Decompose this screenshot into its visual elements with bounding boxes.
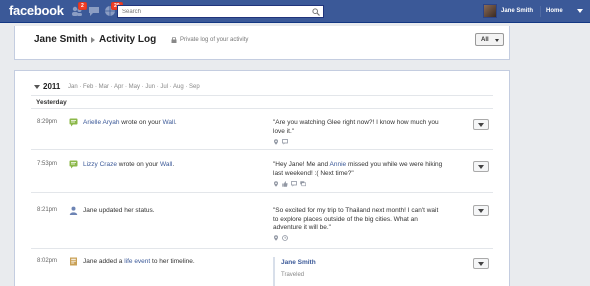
post-content: "So excited for my trip to Thailand next… <box>273 207 439 231</box>
activity-description: Lizzy Craze wrote on your Wall. <box>83 161 174 168</box>
filter-dropdown[interactable]: All <box>475 33 504 46</box>
day-heading: Yesterday <box>36 99 67 106</box>
edit-options-button[interactable] <box>473 258 489 269</box>
top-navigation-bar: facebook 2 20 Jane Smith Home <box>0 0 590 23</box>
profile-link[interactable]: Jane Smith <box>501 8 533 14</box>
comment-icon[interactable] <box>282 139 288 145</box>
like-icon[interactable] <box>282 181 288 187</box>
life-event-story: Jane Smith Traveled <box>273 257 316 286</box>
activity-description: Jane added a life event to her timeline. <box>83 258 195 265</box>
collapse-triangle-icon[interactable] <box>34 85 40 89</box>
story-profile-link[interactable]: Jane Smith <box>281 259 316 266</box>
story-subtitle: Traveled <box>281 272 305 278</box>
divider <box>31 95 493 96</box>
search-box <box>117 5 324 18</box>
activity-text: to her timeline. <box>150 258 195 265</box>
location-pin-icon[interactable] <box>273 235 279 241</box>
year-heading[interactable]: 2011 <box>43 82 60 91</box>
edit-options-button[interactable] <box>473 161 489 172</box>
activity-log-panel: 2011 Jan · Feb · Mar · Apr · May · Jun ·… <box>14 70 510 286</box>
activity-text: . <box>172 161 175 168</box>
home-link[interactable]: Home <box>546 8 563 14</box>
search-icon[interactable] <box>312 8 320 16</box>
actor-link[interactable]: Arielle Aryah <box>83 119 120 126</box>
friend-requests-badge: 2 <box>78 2 87 10</box>
wall-link[interactable]: Wall <box>160 161 172 168</box>
post-text: "Hey Jane! Me and <box>273 161 330 168</box>
location-pin-icon[interactable] <box>273 181 279 187</box>
messages-icon <box>89 7 99 16</box>
messages-jewel[interactable] <box>88 5 100 17</box>
status-person-icon <box>69 206 78 215</box>
activity-time: 8:21pm <box>37 207 58 213</box>
lock-icon <box>171 37 177 43</box>
activity-text: wrote on your <box>116 161 160 168</box>
life-event-link[interactable]: life event <box>124 258 150 265</box>
activity-log-header: Jane Smith Activity Log Private log of y… <box>14 26 510 60</box>
profile-name-link[interactable]: Jane Smith <box>34 34 87 45</box>
page-title: Activity Log <box>99 34 157 45</box>
wall-post-icon <box>69 118 78 127</box>
topbar-divider <box>540 6 541 17</box>
filter-dropdown-label: All <box>481 37 489 43</box>
chevron-down-icon <box>495 39 499 42</box>
privacy-note: Private log of your activity <box>180 37 249 43</box>
activity-time: 7:53pm <box>37 161 58 167</box>
post-content: "Are you watching Glee right now?! I kno… <box>273 119 439 135</box>
activity-text: . <box>174 119 177 126</box>
actor-link[interactable]: Lizzy Craze <box>83 161 117 168</box>
activity-time: 8:02pm <box>37 258 58 264</box>
activity-text: Jane added a <box>83 258 125 265</box>
edit-options-button[interactable] <box>473 119 489 130</box>
location-pin-icon[interactable] <box>273 139 279 145</box>
account-menu-caret-icon[interactable] <box>577 9 583 13</box>
facebook-logo[interactable]: facebook <box>9 3 64 18</box>
clock-icon[interactable] <box>282 235 288 241</box>
breadcrumb-arrow-icon <box>91 37 95 43</box>
comment-icon[interactable] <box>291 181 297 187</box>
activity-text: wrote on your <box>119 119 163 126</box>
wall-link[interactable]: Wall <box>163 119 175 126</box>
activity-description: Arielle Aryah wrote on your Wall. <box>83 119 177 126</box>
notifications-jewel[interactable]: 20 <box>104 2 123 17</box>
life-event-icon <box>69 257 78 266</box>
divider <box>31 192 493 193</box>
activity-time: 8:29pm <box>37 119 58 125</box>
search-input[interactable] <box>118 6 308 17</box>
divider <box>31 248 493 249</box>
post-meta-icons <box>273 181 306 187</box>
post-meta-icons <box>273 139 288 145</box>
post-meta-icons <box>273 235 288 241</box>
divider <box>31 108 493 109</box>
divider <box>31 149 493 150</box>
post-content: "Hey Jane! Me and Annie missed you while… <box>273 161 443 178</box>
comments-icon[interactable] <box>300 181 306 187</box>
friend-requests-jewel[interactable]: 2 <box>71 2 87 17</box>
month-navigation[interactable]: Jan · Feb · Mar · Apr · May · Jun · Jul … <box>68 84 200 90</box>
activity-description: Jane updated her status. <box>83 207 155 214</box>
tagged-friend-link[interactable]: Annie <box>330 161 347 168</box>
user-avatar[interactable] <box>483 4 497 18</box>
wall-post-icon <box>69 160 78 169</box>
edit-options-button[interactable] <box>473 205 489 216</box>
